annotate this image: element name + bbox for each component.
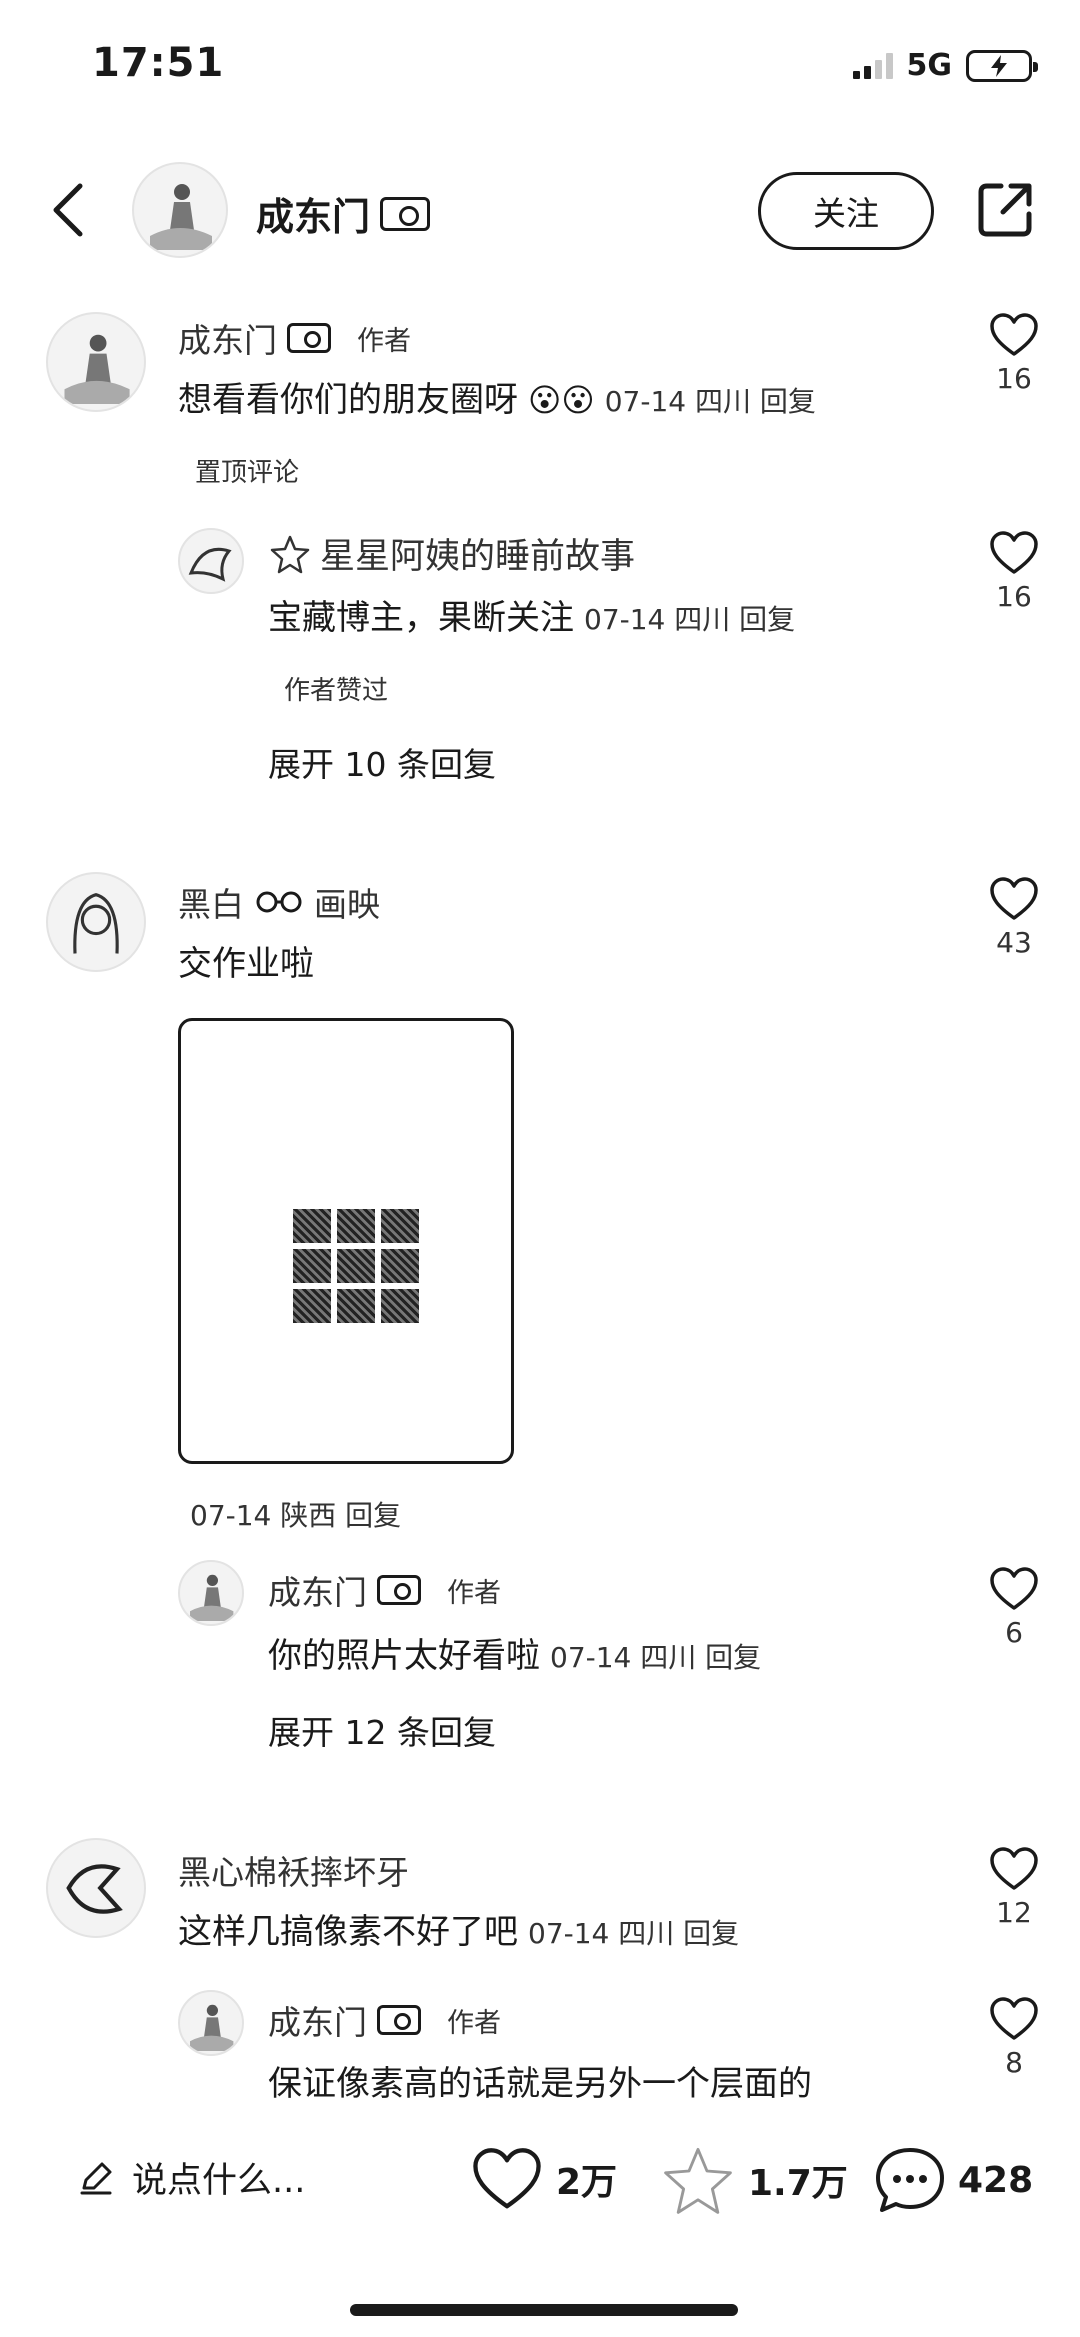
like-post-button[interactable]: 2万 bbox=[470, 2146, 617, 2212]
camera-badge-icon bbox=[377, 2005, 421, 2035]
comment-like-button[interactable]: 12 bbox=[974, 1846, 1054, 1929]
author-tag: 作者 bbox=[357, 325, 411, 357]
pencil-icon bbox=[80, 2162, 112, 2194]
reply-author[interactable]: 星星阿姨的睡前故事 bbox=[270, 528, 635, 579]
comment-text[interactable]: 交作业啦 bbox=[178, 936, 314, 985]
reply-body[interactable]: 宝藏博主，果断关注 07-14 四川 回复 bbox=[268, 590, 795, 639]
avatar-figure-icon bbox=[190, 2004, 234, 2051]
comments-button[interactable]: 428 bbox=[874, 2146, 1033, 2214]
avatar-figure-icon bbox=[64, 334, 130, 404]
favorite-button[interactable]: 1.7万 bbox=[660, 2144, 848, 2216]
chat-bubble-icon bbox=[876, 2148, 944, 2212]
glasses-icon bbox=[256, 891, 302, 913]
comment-input[interactable]: 说点什么... bbox=[78, 2152, 305, 2203]
comment-meta[interactable]: 07-14 陕西 回复 bbox=[190, 1494, 401, 1534]
reply-like-button[interactable]: 16 bbox=[974, 530, 1054, 613]
reply-author[interactable]: 成东门 作者 bbox=[268, 1566, 501, 1614]
liked-by-author-tag: 作者赞过 bbox=[284, 676, 389, 706]
camera-badge-icon bbox=[287, 323, 331, 353]
reply-text[interactable]: 保证像素高的话就是另外一个层面的 bbox=[268, 2056, 812, 2105]
pinned-label: 置顶评论 bbox=[195, 458, 300, 488]
comment-avatar[interactable] bbox=[46, 872, 146, 972]
status-indicators: 5G bbox=[852, 48, 1038, 83]
avatar-drawing-icon bbox=[188, 547, 232, 582]
battery-charging-icon bbox=[966, 49, 1038, 82]
comment-author[interactable]: 黑白 画映 bbox=[178, 878, 380, 926]
heart-icon bbox=[990, 313, 1038, 356]
heart-icon bbox=[990, 1847, 1038, 1890]
reply-avatar[interactable] bbox=[178, 528, 244, 594]
heart-icon bbox=[990, 1567, 1038, 1610]
header-username[interactable]: 成东门 bbox=[256, 186, 431, 241]
reply-avatar[interactable] bbox=[178, 1990, 244, 2056]
status-time: 17:51 bbox=[92, 40, 225, 86]
comment-like-button[interactable]: 43 bbox=[974, 876, 1054, 959]
comment-image[interactable] bbox=[178, 1018, 514, 1464]
chevron-left-icon bbox=[53, 183, 83, 237]
reply-author[interactable]: 成东门 作者 bbox=[268, 1996, 501, 2044]
avatar-portrait-icon bbox=[73, 893, 119, 954]
star-icon bbox=[270, 535, 310, 573]
camera-badge-icon bbox=[380, 196, 431, 231]
heart-icon bbox=[990, 877, 1038, 920]
camera-badge-icon bbox=[377, 1575, 421, 1605]
comment-avatar[interactable] bbox=[46, 1838, 146, 1938]
signal-icon bbox=[852, 52, 893, 79]
avatar-figure-icon bbox=[150, 184, 212, 250]
share-icon bbox=[978, 183, 1032, 237]
expand-replies-button[interactable]: 展开 12 条回复 bbox=[268, 1706, 496, 1754]
comment-avatar[interactable] bbox=[46, 312, 146, 412]
star-icon bbox=[664, 2147, 732, 2214]
comment-author[interactable]: 黑心棉袄摔坏牙 bbox=[178, 1846, 409, 1894]
avatar-figure-icon bbox=[190, 1574, 234, 1621]
reply-like-button[interactable]: 6 bbox=[974, 1566, 1054, 1649]
reply-body[interactable]: 你的照片太好看啦 07-14 四川 回复 bbox=[268, 1628, 761, 1677]
heart-icon bbox=[990, 1997, 1038, 2040]
header-avatar[interactable] bbox=[132, 162, 228, 258]
back-button[interactable] bbox=[48, 180, 88, 240]
expand-replies-button[interactable]: 展开 10 条回复 bbox=[268, 738, 496, 786]
comment-author[interactable]: 成东门 作者 bbox=[178, 314, 411, 362]
comment-like-button[interactable]: 16 bbox=[974, 312, 1054, 395]
image-thumbnail-grid bbox=[293, 1209, 419, 1323]
heart-icon bbox=[990, 531, 1038, 574]
network-type: 5G bbox=[906, 48, 953, 83]
heart-icon bbox=[473, 2148, 541, 2209]
comment-body[interactable]: 想看看你们的朋友圈呀 😮😮 07-14 四川 回复 bbox=[178, 372, 816, 421]
reply-like-button[interactable]: 8 bbox=[974, 1996, 1054, 2079]
emoji-icon: 😮😮 bbox=[528, 381, 595, 419]
home-indicator bbox=[350, 2304, 738, 2316]
avatar-sketch-icon bbox=[66, 1864, 123, 1914]
follow-button[interactable]: 关注 bbox=[758, 172, 934, 250]
share-button[interactable] bbox=[975, 180, 1035, 240]
comment-body[interactable]: 这样几搞像素不好了吧 07-14 四川 回复 bbox=[178, 1904, 739, 1953]
reply-avatar[interactable] bbox=[178, 1560, 244, 1626]
